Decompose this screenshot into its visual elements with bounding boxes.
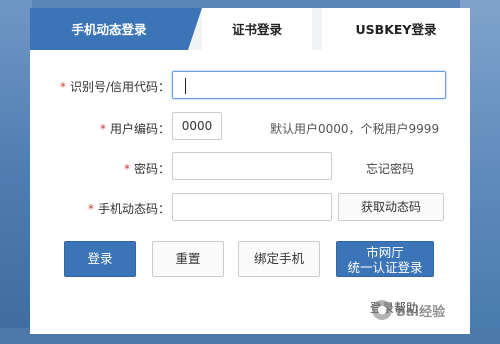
password-label-text: 密码：: [133, 162, 170, 176]
forgot-password-link[interactable]: 忘记密码: [366, 160, 414, 177]
get-code-label: 获取动态码: [360, 200, 421, 214]
bind-phone-button[interactable]: 绑定手机: [238, 241, 320, 277]
login-panel: 手机动态登录 证书登录 USBKEY登录 * 识别号/信用代码： * 用户编码： 0…: [30, 8, 470, 334]
sms-code-label-text: 手机动态码：: [97, 202, 170, 216]
tab-certificate-login[interactable]: 证书登录: [202, 8, 312, 50]
required-mark: *: [123, 162, 130, 176]
watermark-brand: Bai: [396, 304, 420, 320]
unified-auth-line2: 统一认证登录: [347, 260, 423, 275]
get-code-button[interactable]: 获取动态码: [338, 193, 444, 221]
usercode-label: * 用户编码：: [70, 120, 170, 137]
tab-mobile-dynamic-login[interactable]: 手机动态登录: [30, 8, 202, 50]
password-input[interactable]: [172, 152, 332, 180]
unified-auth-login-button[interactable]: 市网厅 统一认证登录: [336, 241, 434, 277]
id-label-text: 识别号/信用代码：: [69, 80, 170, 94]
id-label: * 识别号/信用代码：: [50, 78, 170, 95]
id-input[interactable]: [172, 71, 446, 99]
watermark-text: Bai经验: [396, 301, 445, 320]
required-mark: *: [87, 202, 94, 216]
reset-button[interactable]: 重置: [152, 241, 224, 277]
background-left: [0, 0, 32, 344]
text-cursor: [185, 78, 186, 94]
login-button[interactable]: 登录: [64, 241, 136, 277]
watermark-suffix: 经验: [419, 304, 446, 320]
watermark: ● Bai经验: [372, 296, 492, 324]
tab-usbkey-login[interactable]: USBKEY登录: [322, 8, 470, 50]
unified-auth-line1: 市网厅: [366, 245, 404, 260]
required-mark: *: [59, 80, 66, 94]
password-label: * 密码：: [90, 160, 170, 177]
usercode-label-text: 用户编码：: [109, 122, 170, 136]
usercode-hint: 默认用户0000，个税用户9999: [270, 122, 440, 136]
sms-code-label: * 手机动态码：: [60, 200, 170, 217]
paw-icon: ●: [372, 300, 392, 320]
usercode-input[interactable]: 0000: [172, 112, 222, 140]
required-mark: *: [99, 122, 106, 136]
sms-code-input[interactable]: [172, 193, 332, 221]
login-tabs: 手机动态登录 证书登录 USBKEY登录: [30, 8, 470, 50]
